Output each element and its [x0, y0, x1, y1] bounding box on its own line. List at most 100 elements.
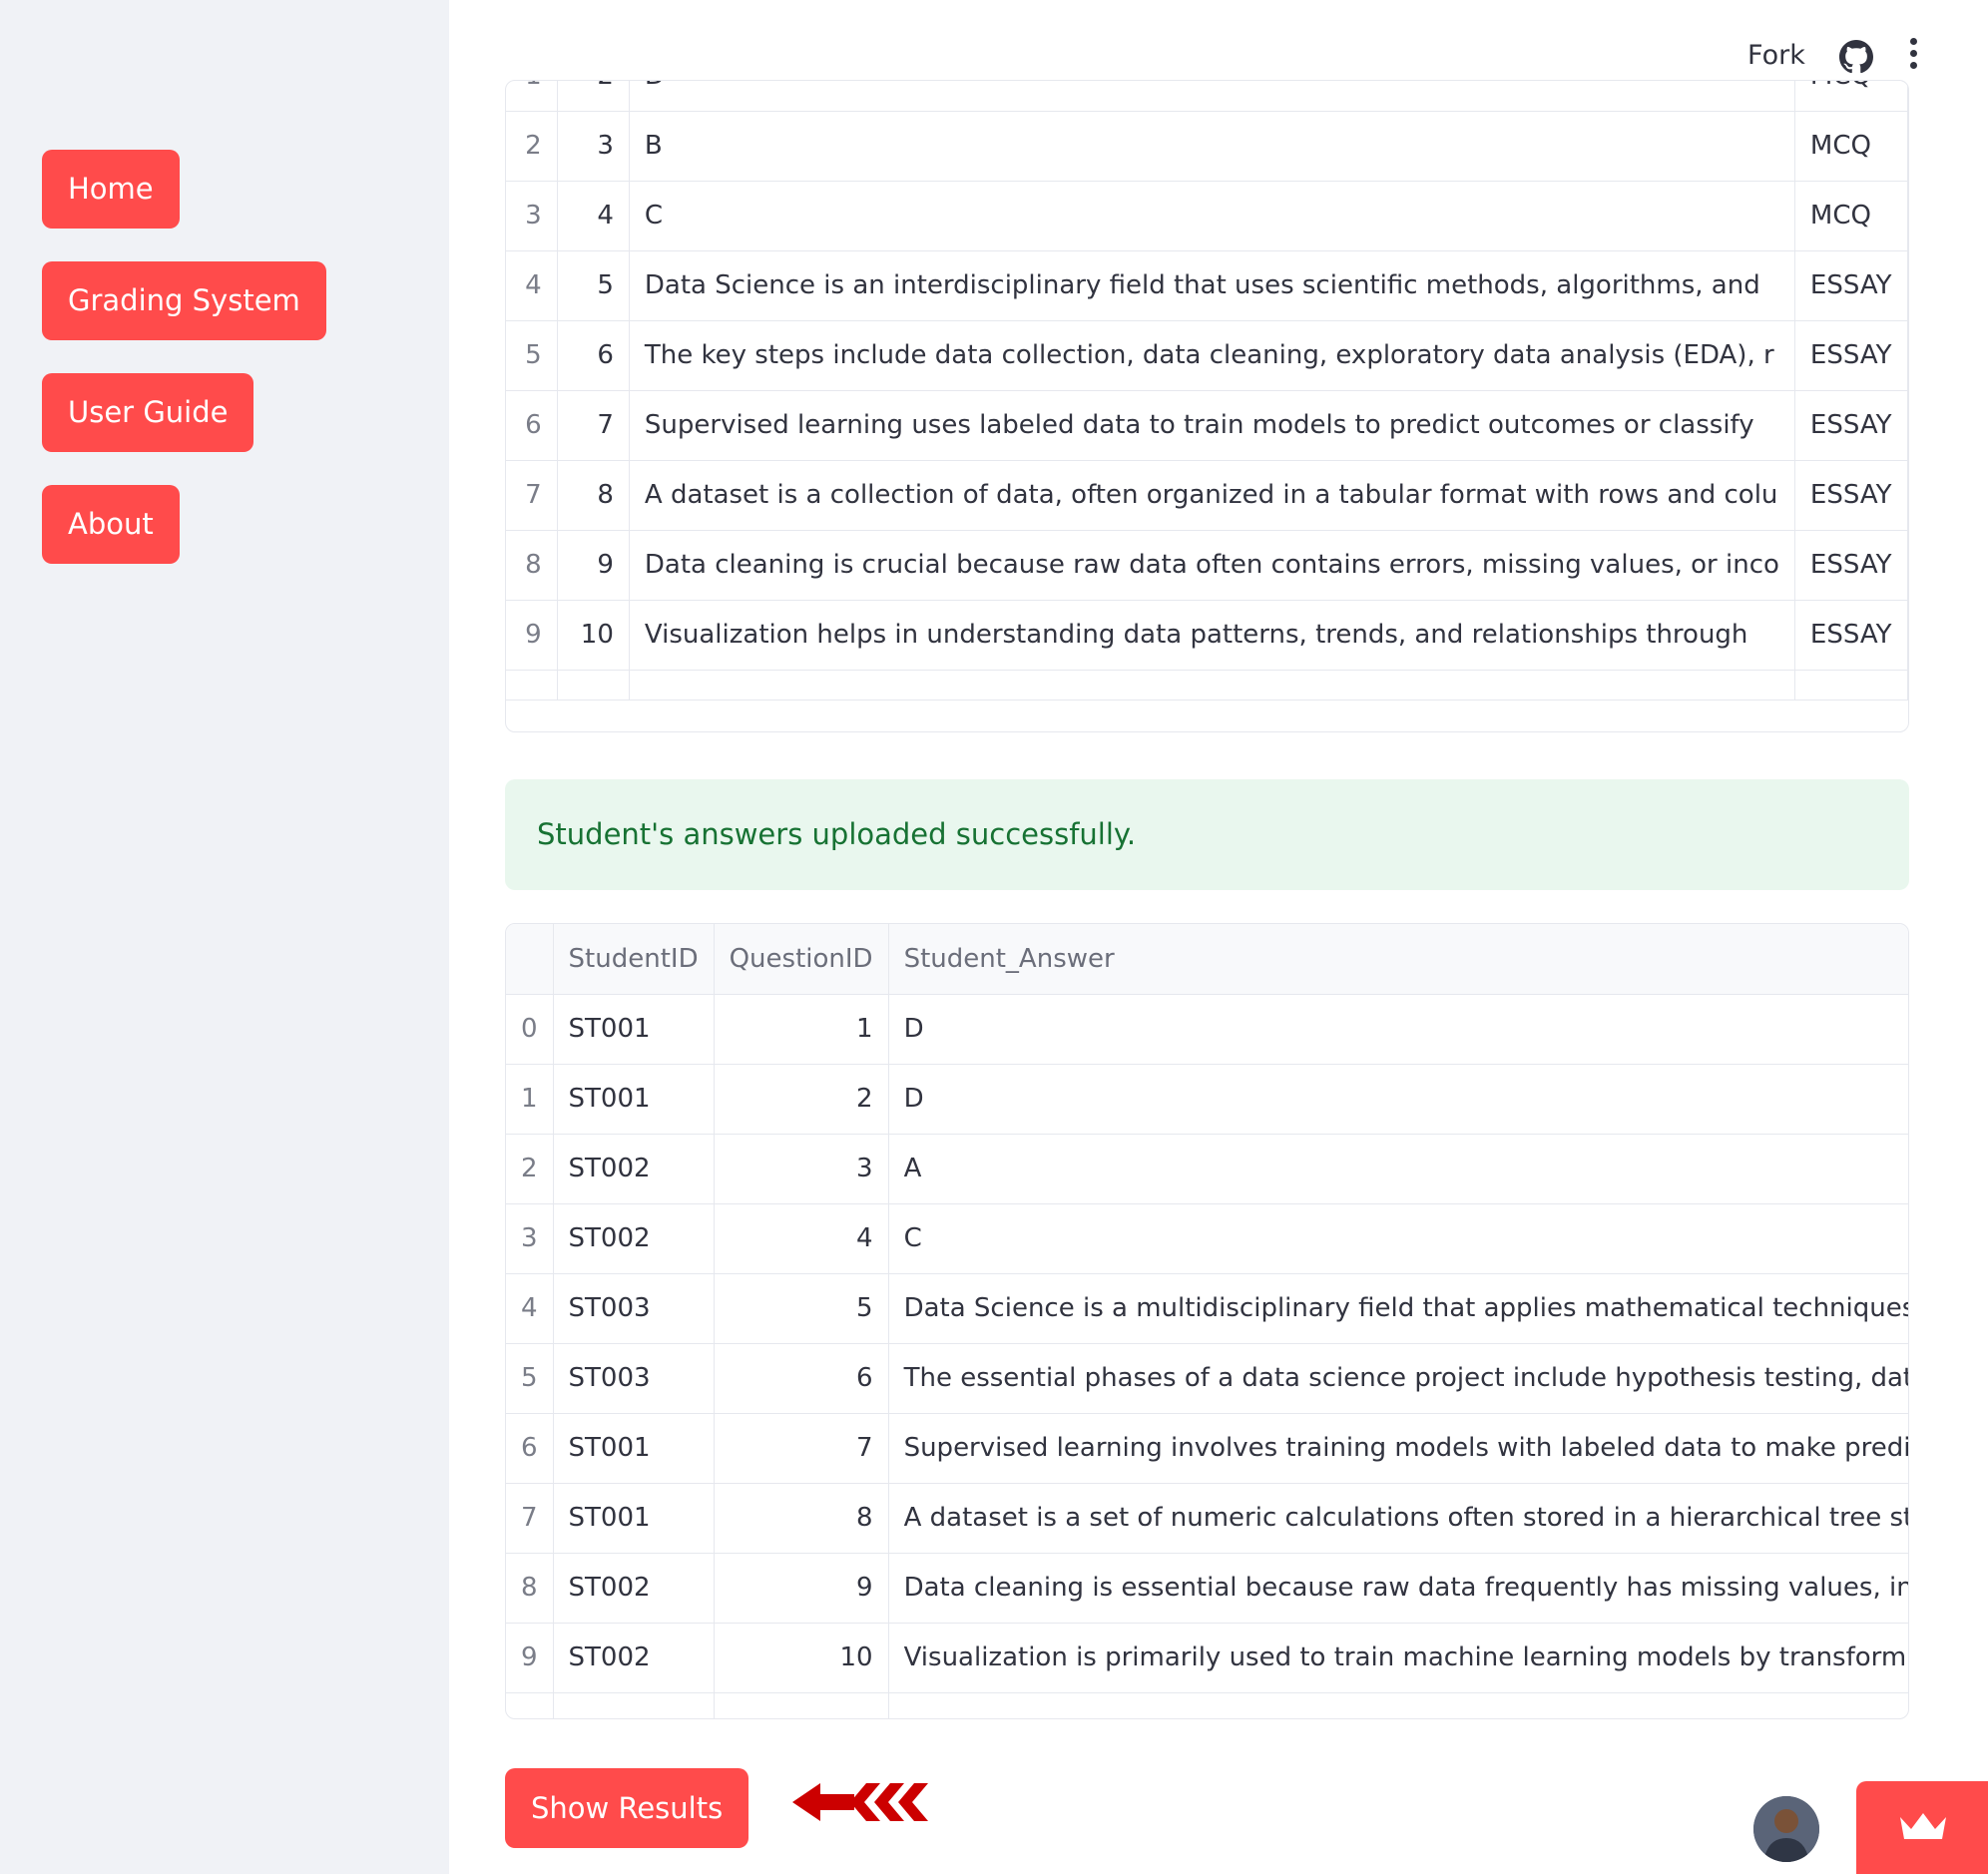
row-index: 6 — [506, 1413, 554, 1484]
question-id: 4 — [557, 181, 630, 251]
student-answer: A dataset is a set of numeric calculatio… — [888, 1483, 1908, 1554]
question-id: 8 — [557, 460, 630, 531]
sidebar-item-grading-system[interactable]: Grading System — [42, 261, 326, 340]
header-index — [506, 924, 554, 995]
cell — [506, 670, 558, 701]
question-id: 5 — [714, 1273, 889, 1344]
cell — [506, 1692, 554, 1718]
table-row: 1 2 D MCQ — [506, 81, 1908, 112]
cell — [1794, 670, 1908, 701]
table-row: 3 ST002 4 C — [506, 1203, 1908, 1274]
student-answer: C — [888, 1203, 1908, 1274]
table-row: 0 ST001 1 D — [506, 994, 1908, 1065]
student-answer: D — [888, 994, 1908, 1065]
sidebar-item-home[interactable]: Home — [42, 150, 180, 229]
student-answer: Visualization is primarily used to train… — [888, 1623, 1908, 1693]
header-questionid[interactable]: QuestionID — [714, 924, 889, 995]
question-type: ESSAY — [1794, 460, 1908, 531]
table-row-partial — [506, 670, 1908, 701]
student-answer: A — [888, 1134, 1908, 1204]
student-answer: The essential phases of a data science p… — [888, 1343, 1908, 1414]
correct-answer: C — [629, 181, 1795, 251]
table-row: 6 ST001 7 Supervised learning involves t… — [506, 1413, 1908, 1484]
question-id: 10 — [714, 1623, 889, 1693]
student-answer: Data cleaning is essential because raw d… — [888, 1553, 1908, 1624]
menu-dot — [1909, 38, 1917, 45]
correct-answer: Supervised learning uses labeled data to… — [629, 390, 1795, 461]
row-index: 1 — [506, 1064, 554, 1135]
row-index: 7 — [506, 1483, 554, 1554]
question-id: 6 — [714, 1343, 889, 1414]
correct-answer: B — [629, 111, 1795, 182]
success-alert: Student's answers uploaded successfully. — [505, 779, 1909, 890]
sidebar: Home Grading System User Guide About — [0, 0, 449, 1874]
question-type: ESSAY — [1794, 600, 1908, 671]
correct-answer: Data cleaning is crucial because raw dat… — [629, 530, 1795, 601]
row-index: 4 — [506, 1273, 554, 1344]
question-id: 2 — [557, 81, 630, 112]
student-id: ST001 — [553, 1413, 715, 1484]
avatar[interactable] — [1753, 1796, 1819, 1862]
question-id: 3 — [714, 1134, 889, 1204]
cell — [714, 1692, 889, 1718]
student-id: ST002 — [553, 1203, 715, 1274]
student-id: ST003 — [553, 1273, 715, 1344]
correct-answer: A dataset is a collection of data, often… — [629, 460, 1795, 531]
student-answer: D — [888, 1064, 1908, 1135]
question-id: 9 — [557, 530, 630, 601]
sidebar-item-about[interactable]: About — [42, 485, 180, 564]
row-index: 4 — [506, 250, 558, 321]
row-index: 6 — [506, 390, 558, 461]
question-type: MCQ — [1794, 111, 1908, 182]
correct-answer: Visualization helps in understanding dat… — [629, 600, 1795, 671]
row-index: 1 — [506, 81, 558, 112]
header-studentid[interactable]: StudentID — [553, 924, 715, 995]
table-row: 8 ST002 9 Data cleaning is essential bec… — [506, 1553, 1908, 1624]
question-id: 6 — [557, 320, 630, 391]
table-row: 3 4 C MCQ — [506, 181, 1908, 251]
crown-icon — [1900, 1813, 1946, 1839]
show-results-button[interactable]: Show Results — [505, 1768, 749, 1848]
answer-key-table[interactable]: 1 2 D MCQ 2 3 B MCQ 3 4 C MCQ 4 5 Data S… — [505, 80, 1909, 732]
menu-dot — [1909, 50, 1917, 57]
question-type: MCQ — [1794, 181, 1908, 251]
correct-answer: The key steps include data collection, d… — [629, 320, 1795, 391]
header-student-answer[interactable]: Student_Answer — [888, 924, 1908, 995]
table-row: 8 9 Data cleaning is crucial because raw… — [506, 530, 1908, 601]
table-row: 5 ST003 6 The essential phases of a data… — [506, 1343, 1908, 1414]
cell — [557, 670, 630, 701]
student-answers-table[interactable]: StudentID QuestionID Student_Answer 0 ST… — [505, 923, 1909, 1719]
row-index: 8 — [506, 530, 558, 601]
row-index: 9 — [506, 1623, 554, 1693]
question-id: 7 — [714, 1413, 889, 1484]
student-id: ST002 — [553, 1553, 715, 1624]
streamlit-badge[interactable] — [1856, 1781, 1988, 1874]
sidebar-item-user-guide[interactable]: User Guide — [42, 373, 254, 452]
row-index: 8 — [506, 1553, 554, 1624]
table-row: 2 ST002 3 A — [506, 1134, 1908, 1204]
student-id: ST001 — [553, 994, 715, 1065]
more-vertical-icon[interactable] — [1906, 38, 1920, 74]
row-index: 7 — [506, 460, 558, 531]
question-id: 7 — [557, 390, 630, 461]
cell — [888, 1692, 1908, 1718]
question-id: 2 — [714, 1064, 889, 1135]
table-row-partial — [506, 1692, 1908, 1718]
row-index: 2 — [506, 111, 558, 182]
student-answer: Supervised learning involves training mo… — [888, 1413, 1908, 1484]
arrow-left-icon — [792, 1781, 934, 1823]
table-row: 7 8 A dataset is a collection of data, o… — [506, 460, 1908, 531]
row-index: 0 — [506, 994, 554, 1065]
student-answer: Data Science is a multidisciplinary fiel… — [888, 1273, 1908, 1344]
cell — [553, 1692, 715, 1718]
github-icon[interactable] — [1839, 40, 1873, 74]
question-id: 3 — [557, 111, 630, 182]
question-id: 4 — [714, 1203, 889, 1274]
fork-button[interactable]: Fork — [1747, 40, 1805, 71]
row-index: 5 — [506, 320, 558, 391]
table-row: 7 ST001 8 A dataset is a set of numeric … — [506, 1483, 1908, 1554]
student-id: ST002 — [553, 1134, 715, 1204]
student-id: ST003 — [553, 1343, 715, 1414]
table-row: 5 6 The key steps include data collectio… — [506, 320, 1908, 391]
question-id: 10 — [557, 600, 630, 671]
